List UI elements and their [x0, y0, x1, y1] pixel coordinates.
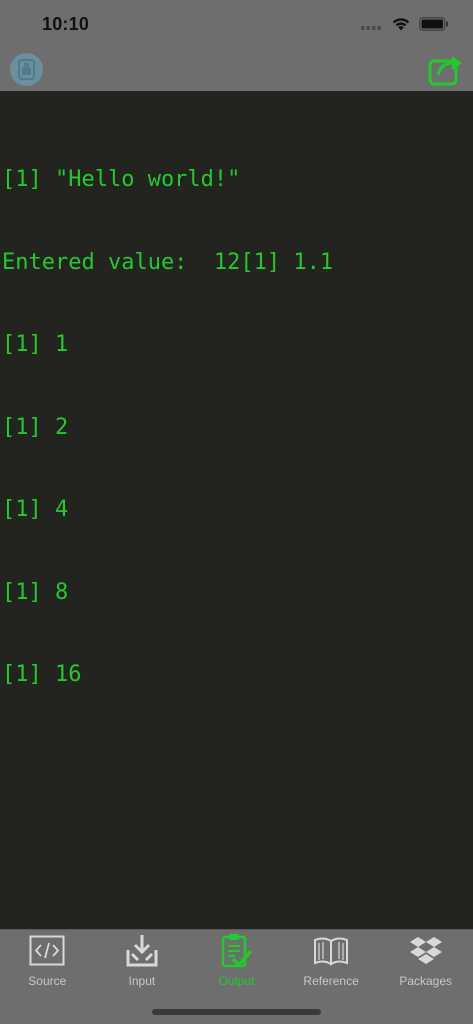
- wifi-icon: [391, 16, 411, 36]
- console-line: [1] 4: [2, 497, 69, 522]
- lock-profile-icon: [10, 53, 43, 86]
- tab-output[interactable]: Output: [189, 930, 284, 992]
- console-output[interactable]: [1] "Hello world!" Entered value: 12[1] …: [0, 111, 473, 929]
- tab-input[interactable]: Input: [95, 930, 190, 992]
- tab-label: Packages: [399, 974, 453, 988]
- console-line: Entered value: 12[1] 1.1: [2, 249, 334, 275]
- tab-packages[interactable]: Packages: [378, 930, 473, 992]
- console-line: [1] 2: [2, 414, 69, 440]
- tab-label: Reference: [303, 974, 359, 988]
- dropbox-box-icon: [408, 934, 444, 968]
- tab-reference[interactable]: Reference: [284, 930, 379, 992]
- clipboard-check-icon: [218, 934, 254, 968]
- tab-label: Input: [128, 974, 156, 988]
- console-line: [1] 16: [2, 662, 82, 687]
- tab-label: Source: [28, 974, 67, 988]
- download-tray-icon: [124, 934, 160, 968]
- console-line: [1] 1: [2, 332, 69, 357]
- lock-profile-button[interactable]: [9, 52, 44, 87]
- share-button[interactable]: [428, 53, 464, 87]
- share-icon: [428, 56, 462, 86]
- console-line: [1] 8: [2, 579, 69, 605]
- tab-source[interactable]: Source: [0, 930, 95, 992]
- status-time: 10:10: [42, 14, 90, 34]
- home-indicator[interactable]: [152, 1009, 321, 1015]
- console-line: [1] "Hello world!": [2, 167, 241, 192]
- battery-icon: [419, 16, 449, 36]
- cellular-signal-icon: [361, 17, 383, 35]
- app-screen: 10:10 [1] "Hello world!" Entered value: …: [0, 0, 473, 1024]
- status-icons: [361, 16, 449, 36]
- open-book-icon: [313, 934, 349, 968]
- tab-label: Output: [218, 974, 255, 988]
- code-icon: [29, 934, 65, 968]
- top-bar: 10:10: [0, 0, 473, 91]
